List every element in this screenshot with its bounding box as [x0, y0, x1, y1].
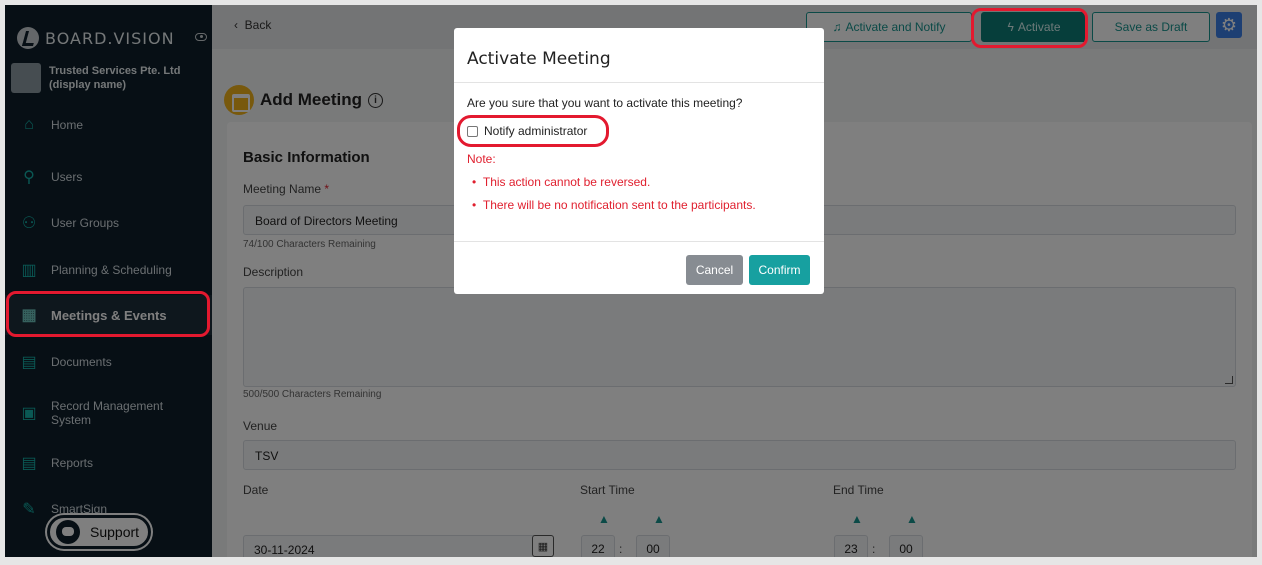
note-text: There will be no notification sent to th… [482, 198, 756, 212]
app-frame: BOARD.VISION Trusted Services Pte. Ltd (… [5, 5, 1257, 557]
notify-administrator-option[interactable]: Notify administrator [467, 124, 587, 138]
activate-meeting-modal: Activate Meeting Are you sure that you w… [454, 28, 824, 294]
modal-question: Are you sure that you want to activate t… [467, 96, 743, 110]
notify-administrator-checkbox[interactable] [467, 125, 478, 137]
cancel-button[interactable]: Cancel [686, 255, 743, 285]
notify-administrator-label: Notify administrator [484, 124, 588, 138]
confirm-button[interactable]: Confirm [749, 255, 810, 285]
note-text: This action cannot be reversed. [482, 175, 651, 189]
note-item: • This action cannot be reversed. [472, 175, 651, 189]
note-item: • There will be no notification sent to … [472, 198, 756, 212]
modal-divider [454, 82, 824, 83]
note-label: Note: [467, 152, 496, 166]
modal-title: Activate Meeting [467, 49, 611, 69]
modal-divider [454, 241, 824, 242]
